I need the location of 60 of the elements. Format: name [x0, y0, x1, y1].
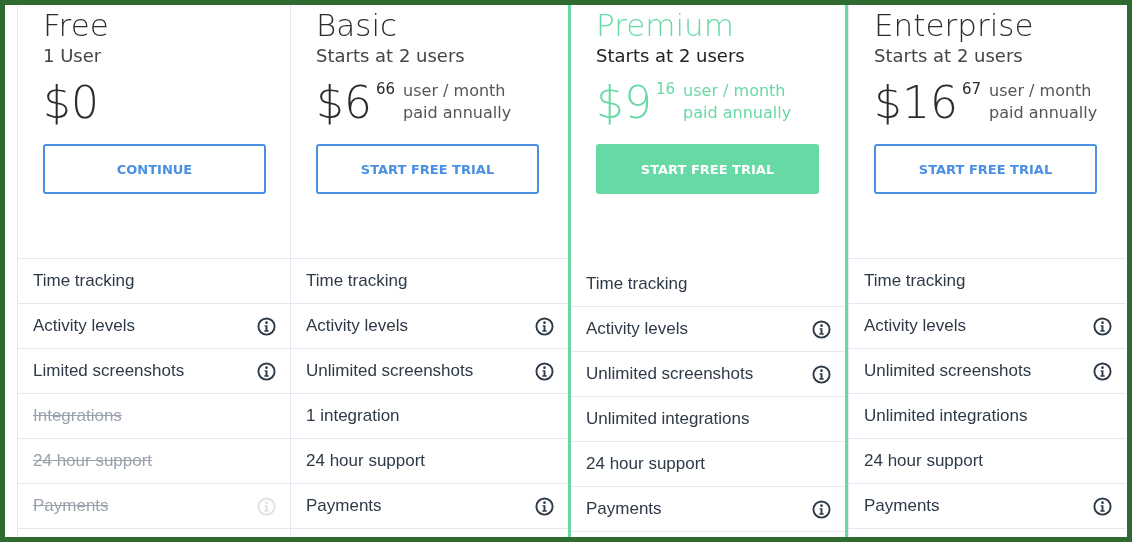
- price-cents: 16: [656, 80, 676, 98]
- plan-button[interactable]: START FREE TRIAL: [316, 144, 539, 194]
- feature-label: Unlimited screenshots: [586, 364, 754, 384]
- plan-name: Premium: [596, 7, 735, 43]
- feature-label: Limited screenshots: [33, 361, 185, 381]
- feature-label: Unlimited integrations: [586, 409, 750, 429]
- feature-label: Activity levels: [33, 316, 136, 336]
- info-icon[interactable]: [257, 316, 276, 336]
- billing-note: paid annually: [403, 102, 512, 124]
- plan-name: Free: [43, 7, 110, 43]
- info-icon[interactable]: [535, 316, 554, 336]
- plan-button[interactable]: CONTINUE: [43, 144, 266, 194]
- info-icon[interactable]: [535, 496, 554, 516]
- info-icon[interactable]: [812, 364, 831, 384]
- info-icon[interactable]: [535, 361, 554, 381]
- feature-label: Payments: [33, 496, 109, 516]
- plan-subtitle: Starts at 2 users: [316, 45, 466, 66]
- price-unit: user / month: [683, 80, 787, 102]
- price-amount: $16: [874, 78, 958, 128]
- feature-label: Payments: [306, 496, 382, 516]
- plan-name: Basic: [316, 7, 399, 43]
- plan-subtitle: 1 User: [43, 45, 103, 66]
- feature-label: Activity levels: [586, 319, 689, 339]
- plan-name: Enterprise: [874, 7, 1035, 43]
- feature-label: Integrations: [33, 406, 122, 426]
- feature-label: Payments: [864, 496, 940, 516]
- feature-label: 24 hour support: [586, 454, 706, 474]
- feature-label: Unlimited integrations: [864, 406, 1028, 426]
- price-amount: $6: [316, 78, 372, 128]
- price-unit: user / month: [403, 80, 507, 102]
- feature-label: Activity levels: [306, 316, 409, 336]
- feature-label: Activity levels: [864, 316, 967, 336]
- feature-label: 24 hour support: [33, 451, 153, 471]
- price-amount: $9: [596, 78, 652, 128]
- info-icon[interactable]: [1093, 361, 1112, 381]
- price-cents: 66: [376, 80, 396, 98]
- billing-note: paid annually: [683, 102, 792, 124]
- feature-label: 24 hour support: [306, 451, 426, 471]
- info-icon[interactable]: [812, 319, 831, 339]
- feature-label: Time tracking: [306, 271, 408, 291]
- feature-label: Payments: [586, 499, 662, 519]
- feature-label: Time tracking: [586, 274, 688, 294]
- plan-subtitle: Starts at 2 users: [596, 45, 746, 66]
- info-icon[interactable]: [1093, 496, 1112, 516]
- feature-label: 24 hour support: [864, 451, 984, 471]
- plan-subtitle: Starts at 2 users: [874, 45, 1024, 66]
- feature-label: Unlimited screenshots: [306, 361, 474, 381]
- info-icon[interactable]: [1093, 316, 1112, 336]
- price-amount: $0: [43, 78, 99, 128]
- info-icon[interactable]: [812, 499, 831, 519]
- info-icon[interactable]: [257, 361, 276, 381]
- feature-label: Time tracking: [33, 271, 135, 291]
- price-unit: user / month: [989, 80, 1093, 102]
- feature-label: 1 integration: [306, 406, 400, 426]
- billing-note: paid annually: [989, 102, 1098, 124]
- feature-label: Unlimited screenshots: [864, 361, 1032, 381]
- plan-button[interactable]: START FREE TRIAL: [874, 144, 1097, 194]
- price-cents: 67: [962, 80, 982, 98]
- feature-label: Time tracking: [864, 271, 966, 291]
- plan-button[interactable]: START FREE TRIAL: [596, 144, 819, 194]
